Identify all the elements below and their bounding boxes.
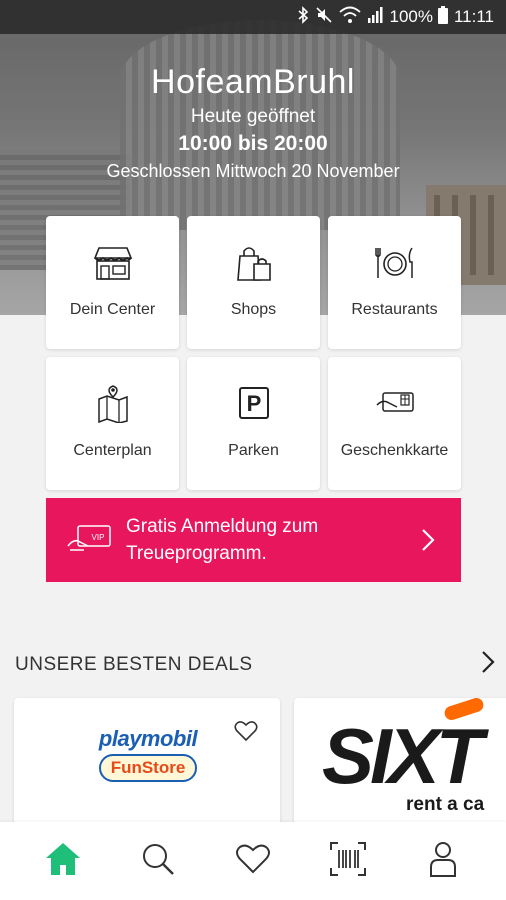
center-name: HofeamBruhl (151, 63, 355, 101)
map-pin-icon (91, 385, 135, 428)
deal-card-sixt[interactable]: SIXT rent a ca (294, 698, 506, 828)
playmobil-logo-top: playmobil (98, 726, 198, 751)
tile-label: Parken (228, 442, 279, 459)
playmobil-logo-bottom: FunStore (98, 754, 198, 782)
battery-icon (437, 5, 448, 29)
clock: 11:11 (453, 7, 494, 26)
home-icon (44, 841, 82, 882)
wifi-icon (339, 6, 362, 29)
shopping-bags-icon (232, 244, 276, 287)
tile-shops[interactable]: Shops (187, 216, 320, 349)
signal-icon (367, 6, 383, 29)
tile-centerplan[interactable]: Centerplan (46, 357, 179, 490)
svg-text:VIP: VIP (92, 533, 105, 542)
sixt-tagline: rent a ca (406, 794, 485, 815)
plate-cutlery-icon (373, 244, 417, 287)
tile-geschenkkarte[interactable]: Geschenkkarte (328, 357, 461, 490)
mute-icon (315, 6, 333, 29)
deals-more-chevron-icon[interactable] (481, 650, 495, 679)
favorite-heart-icon[interactable] (234, 720, 258, 747)
svg-text:P: P (246, 391, 261, 416)
vip-card-icon: VIP (66, 522, 112, 559)
bluetooth-icon (297, 5, 309, 29)
parking-icon: P (232, 385, 276, 428)
deals-title: UNSERE BESTEN DEALS (15, 653, 253, 675)
battery-percent: 100% (389, 7, 433, 26)
tile-label: Geschenkkarte (340, 442, 449, 459)
deal-card-playmobil[interactable]: playmobil FunStore (14, 698, 280, 828)
nav-profile[interactable] (413, 831, 473, 891)
tile-label: Shops (230, 301, 277, 318)
tile-label: Dein Center (69, 301, 156, 318)
gift-card-icon (373, 385, 417, 428)
heart-icon (235, 843, 271, 880)
playmobil-logo: playmobil FunStore (88, 726, 208, 782)
hero-text: HofeamBruhl Heute geöffnet 10:00 bis 20:… (0, 62, 506, 184)
chevron-right-icon (421, 528, 435, 557)
status-bar: 100% 11:11 (0, 0, 506, 34)
user-icon (428, 841, 458, 882)
tile-restaurants[interactable]: Restaurants (328, 216, 461, 349)
search-icon (140, 841, 176, 882)
bottom-navigation (0, 822, 506, 900)
tile-grid: Dein Center Shops Restaurants Centerplan… (46, 216, 461, 490)
loyalty-banner-text: Gratis Anmeldung zum Treueprogramm. (126, 516, 319, 564)
open-status: Heute geöffnet (190, 106, 316, 127)
loyalty-banner[interactable]: VIP Gratis Anmeldung zum Treueprogramm. (46, 498, 461, 582)
storefront-icon (91, 244, 135, 287)
deals-header: UNSERE BESTEN DEALS (15, 650, 495, 679)
opening-hours: 10:00 bis 20:00 (178, 132, 328, 155)
closed-note: Geschlossen Mittwoch 20 November (106, 161, 400, 181)
tile-label: Restaurants (351, 301, 438, 318)
tile-dein-center[interactable]: Dein Center (46, 216, 179, 349)
tile-parken[interactable]: P Parken (187, 357, 320, 490)
nav-scan[interactable] (318, 831, 378, 891)
tile-label: Centerplan (73, 442, 152, 459)
sixt-logo: SIXT (322, 712, 483, 800)
nav-home[interactable] (33, 831, 93, 891)
nav-favorites[interactable] (223, 831, 283, 891)
barcode-icon (329, 841, 367, 882)
nav-search[interactable] (128, 831, 188, 891)
